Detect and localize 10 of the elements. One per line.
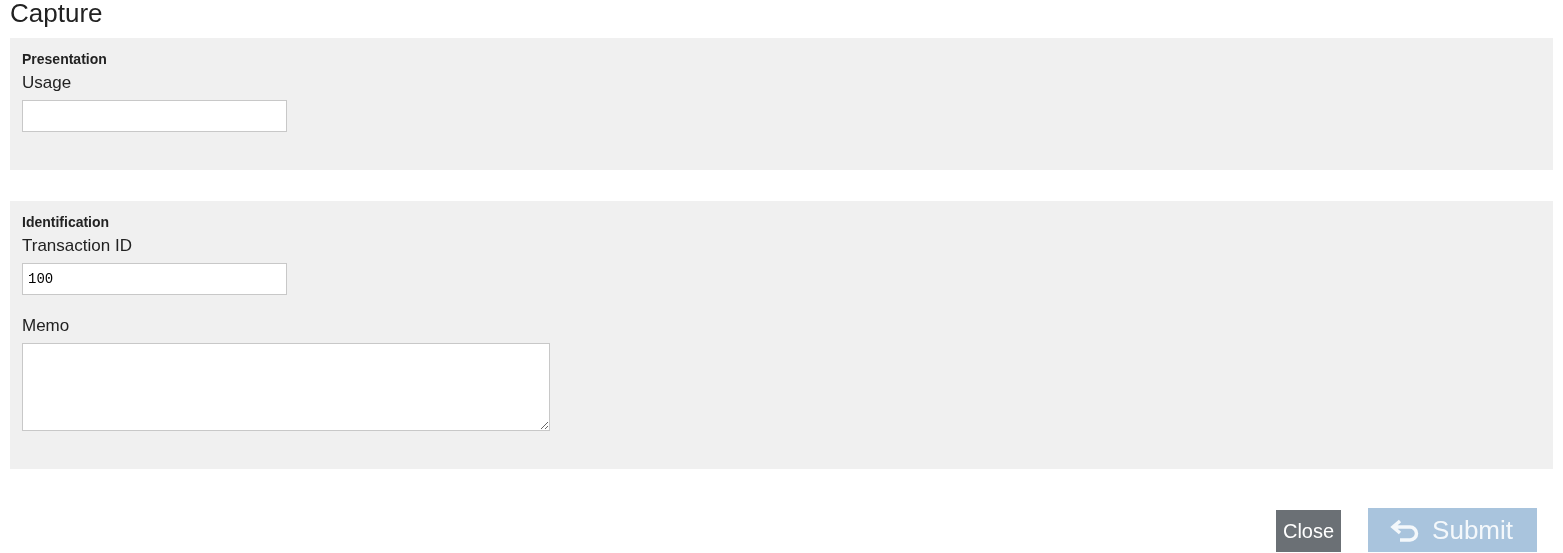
text-field[interactable] (22, 100, 287, 132)
close-button[interactable]: Close (1275, 510, 1342, 552)
field-label: Transaction ID (22, 236, 132, 256)
page-title: Capture (10, 0, 103, 26)
section-heading: Identification (22, 213, 110, 231)
text-field[interactable]: 100 (22, 263, 287, 295)
field-label: Memo (22, 316, 70, 336)
section-heading: Presentation (22, 50, 107, 68)
field-label: Usage (22, 73, 72, 93)
memo-field[interactable] (22, 343, 550, 431)
